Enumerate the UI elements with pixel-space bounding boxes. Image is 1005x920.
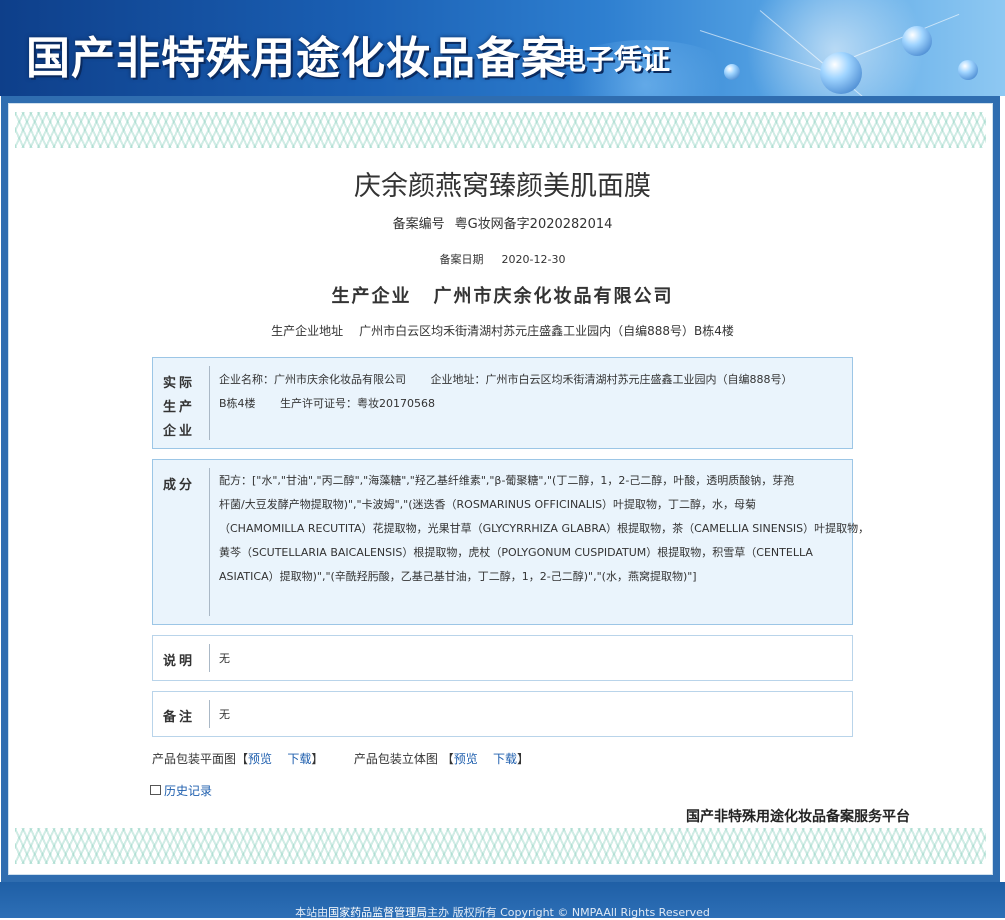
remark-label: 备注 [153, 692, 209, 736]
actual-producer-content: 企业名称：广州市庆余化妆品有限公司 企业地址：广州市白云区均禾街清湖村苏元庄盛鑫… [219, 368, 842, 416]
ingredients-label-text: 成分 [163, 478, 196, 493]
producer-address-value: 广州市白云区均禾街清湖村苏元庄盛鑫工业园内（自编888号）B栋4楼 [359, 324, 734, 338]
note-value: 无 [219, 652, 230, 665]
product-name: 庆余颜燕窝臻颜美肌面膜 [354, 171, 651, 202]
ingredients-label: 成分 [153, 460, 209, 624]
record-date-label: 备案日期 [439, 253, 484, 266]
guilloche-top-pattern [15, 112, 986, 148]
actual-producer-line: B栋4楼 生产许可证号：粤妆20170568 [219, 397, 436, 410]
section-divider [209, 468, 210, 616]
platform-name: 国产非特殊用途化妆品备案服务平台 [686, 809, 910, 825]
record-number-row: 备案编号 粤G妆网备字2020282014 [0, 213, 1005, 232]
stereo-preview-link[interactable]: 预览 [454, 752, 478, 766]
producer-address-label: 生产企业地址 [271, 324, 344, 338]
remark-section: 备注 无 [152, 691, 853, 737]
ingredients-line: 杆菌/大豆发酵产物提取物)","卡波姆","(迷迭香（ROSMARINUS OF… [219, 498, 757, 511]
stereo-download-link[interactable]: 下载 [493, 752, 517, 766]
flat-preview-link[interactable]: 预览 [248, 752, 272, 766]
ingredients-line: （CHAMOMILLA RECUTITA）花提取物，光果甘草（GLYCYRRHI… [219, 522, 870, 535]
bracket: 】 [517, 752, 530, 766]
section-divider [209, 366, 210, 440]
record-number-value: 粤G妆网备字2020282014 [454, 217, 613, 232]
ingredients-section: 成分 配方：["水","甘油","丙二醇","海藻糖","羟乙基纤维素","β-… [152, 459, 870, 625]
actual-producer-line: 企业名称：广州市庆余化妆品有限公司 企业地址：广州市白云区均禾街清湖村苏元庄盛鑫… [219, 373, 793, 386]
section-divider [209, 644, 210, 672]
header-banner: 国产非特殊用途化妆品备案 电子凭证 [0, 0, 1005, 96]
guilloche-bottom-pattern [15, 828, 986, 864]
actual-producer-label-line: 企业 [163, 424, 196, 439]
bracket: 【 [236, 752, 249, 766]
footer-authority-link[interactable]: 国家药品监督管理局 [328, 906, 427, 919]
banner-subtitle: 电子凭证 [558, 43, 671, 76]
ingredients-line: 黄芩（SCUTELLARIA BAICALENSIS）根提取物，虎杖（POLYG… [219, 546, 813, 559]
footer-suffix: 主办 版权所有 Copyright © NMPAAll Rights Reser… [427, 906, 710, 919]
remark-value: 无 [219, 708, 230, 721]
record-date-row: 备案日期 2020-12-30 [0, 251, 1005, 267]
stereo-package-label: 产品包装立体图 [353, 752, 438, 766]
external-window-icon [150, 785, 161, 795]
section-divider [209, 700, 210, 728]
producer-label: 生产企业 [331, 286, 412, 307]
producer-value: 广州市庆余化妆品有限公司 [433, 286, 674, 307]
note-label-text: 说明 [163, 654, 196, 669]
actual-producer-label: 实际 生产 企业 [153, 358, 209, 448]
banner-title: 国产非特殊用途化妆品备案 [26, 33, 566, 84]
bracket: 【 [441, 752, 454, 766]
record-date-value: 2020-12-30 [501, 253, 566, 266]
actual-producer-section: 实际 生产 企业 企业名称：广州市庆余化妆品有限公司 企业地址：广州市白云区均禾… [152, 357, 853, 449]
history-link[interactable]: 历史记录 [150, 782, 212, 799]
packaging-links: 产品包装平面图【预览 下载】 产品包装立体图 【预览 下载】 [152, 750, 529, 767]
actual-producer-label-line: 实际 [163, 376, 196, 391]
note-section: 说明 无 [152, 635, 853, 681]
flat-package-label: 产品包装平面图 [152, 752, 237, 766]
ingredients-line: 配方：["水","甘油","丙二醇","海藻糖","羟乙基纤维素","β-葡聚糖… [219, 474, 795, 487]
banner-sphere-icon [902, 26, 932, 56]
history-link-label[interactable]: 历史记录 [164, 784, 212, 798]
banner-sphere-icon [820, 52, 862, 94]
note-label: 说明 [153, 636, 209, 680]
ingredients-line: ASIATICA）提取物)","(辛酰羟肟酸，乙基己基甘油，丁二醇，1，2-己二… [219, 570, 697, 583]
banner-sphere-icon [958, 60, 978, 80]
producer-address-row: 生产企业地址 广州市白云区均禾街清湖村苏元庄盛鑫工业园内（自编888号）B栋4楼 [0, 322, 1005, 339]
producer-row: 生产企业 广州市庆余化妆品有限公司 [0, 282, 1005, 308]
record-number-label: 备案编号 [392, 217, 445, 232]
footer-prefix: 本站由 [295, 906, 329, 919]
ingredients-content: 配方：["水","甘油","丙二醇","海藻糖","羟乙基纤维素","β-葡聚糖… [219, 469, 870, 589]
footer: 本站由国家药品监督管理局主办 版权所有 Copyright © NMPAAll … [0, 882, 1005, 919]
bracket: 】 [311, 752, 324, 766]
remark-label-text: 备注 [163, 710, 196, 725]
flat-download-link[interactable]: 下载 [287, 752, 311, 766]
banner-sphere-icon [724, 64, 740, 80]
actual-producer-label-line: 生产 [163, 400, 196, 415]
